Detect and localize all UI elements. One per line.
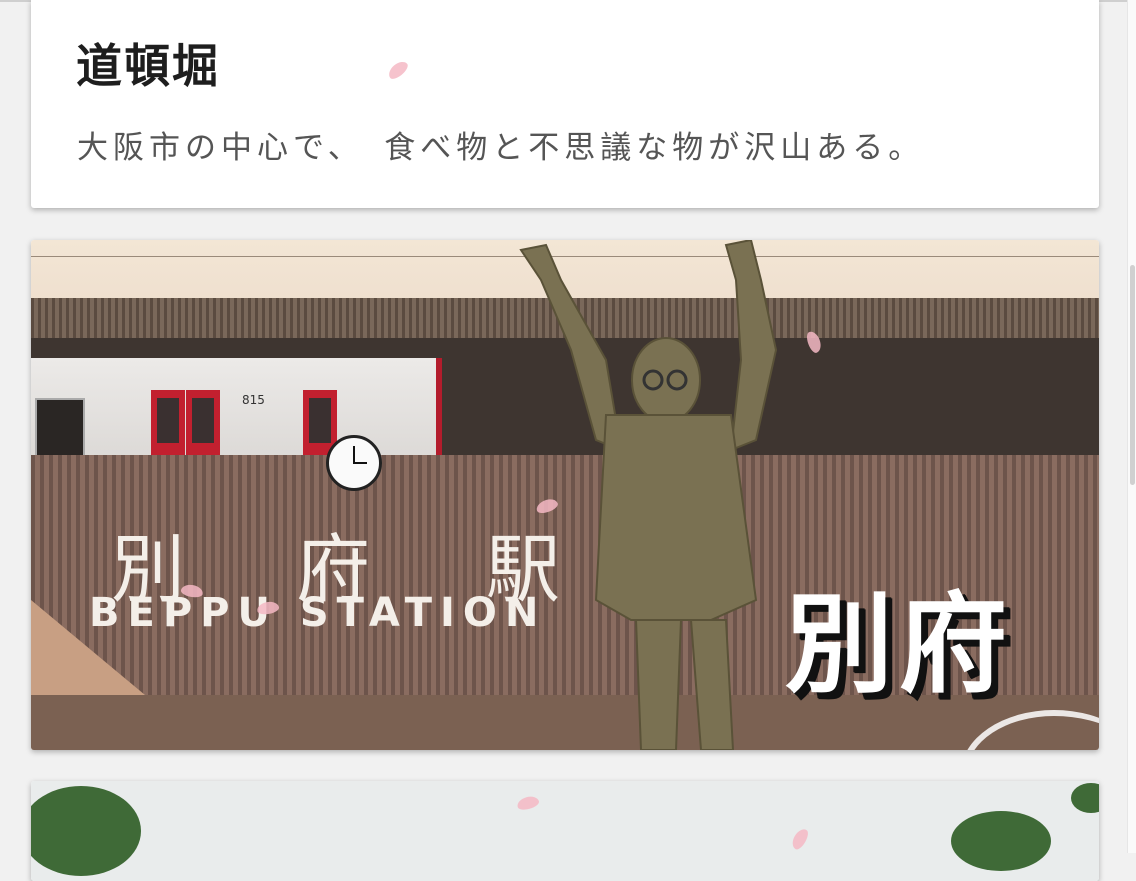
station-clock	[326, 435, 382, 491]
petal-decoration	[789, 826, 811, 852]
scrollbar-thumb[interactable]	[1130, 265, 1135, 485]
destination-card-next[interactable]	[31, 781, 1099, 881]
next-destination-photo	[31, 781, 1099, 881]
petal-decoration	[385, 58, 411, 82]
station-sign-english: BEPPU STATION	[89, 590, 547, 636]
petal-decoration	[515, 794, 541, 812]
destination-card-dotonbori[interactable]: 道頓堀 大阪市の中心で、 食べ物と不思議な物が沢山ある。	[31, 0, 1099, 208]
statue	[519, 240, 778, 750]
card-description: 大阪市の中心で、 食べ物と不思議な物が沢山ある。	[77, 130, 925, 166]
destination-title-beppu: 別府	[785, 583, 1014, 708]
train-number: 815	[242, 393, 265, 407]
card-title: 道頓堀	[76, 39, 220, 93]
destination-card-beppu[interactable]: 815 別 府 駅 BEPPU STATION 別府	[31, 240, 1099, 750]
